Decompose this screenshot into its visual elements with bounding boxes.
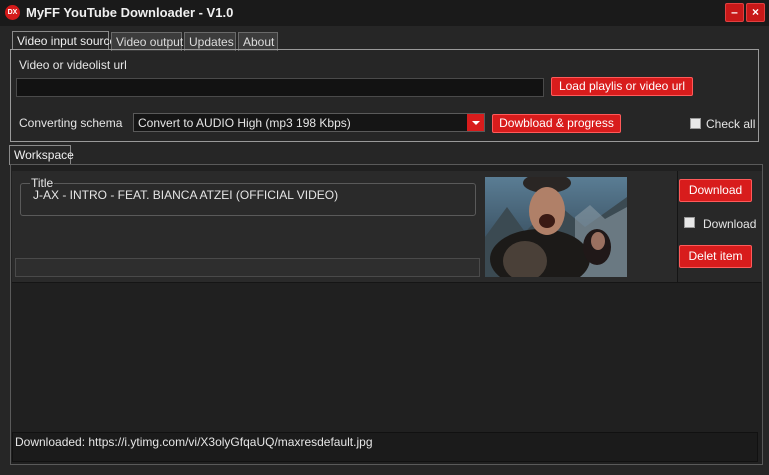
schema-select[interactable]: Convert to AUDIO High (mp3 198 Kbps) (133, 113, 485, 132)
download-checkbox[interactable] (684, 217, 695, 228)
video-title: J-AX - INTRO - FEAT. BIANCA ATZEI (OFFIC… (33, 188, 339, 202)
status-text: Downloaded: https://i.ytimg.com/vi/X3oly… (15, 435, 373, 449)
title-bar: DX MyFF YouTube Downloader - V1.0 – × (0, 0, 769, 26)
check-all-checkbox[interactable] (690, 118, 701, 129)
schema-label: Converting schema (19, 116, 123, 130)
download-progress-bar (15, 258, 480, 277)
delete-item-button[interactable]: Delet item (679, 245, 752, 268)
check-all-label: Check all (706, 117, 756, 131)
url-label: Video or videolist url (19, 58, 127, 72)
load-url-button[interactable]: Load playlis or video url (551, 77, 693, 96)
url-input[interactable] (16, 78, 544, 97)
video-thumbnail (485, 177, 627, 277)
download-button[interactable]: Download (679, 179, 752, 202)
download-checkbox-label: Download (703, 217, 757, 231)
app-logo-icon: DX (5, 5, 20, 20)
close-button[interactable]: × (746, 3, 765, 22)
tab-workspace[interactable]: Workspace (9, 145, 74, 165)
chevron-down-icon[interactable] (467, 114, 484, 131)
tab-video-input-source[interactable]: Video input source (12, 31, 116, 50)
schema-select-value: Convert to AUDIO High (mp3 198 Kbps) (138, 116, 351, 130)
download-progress-button[interactable]: Dowbload & progress (492, 114, 621, 133)
window-title: MyFF YouTube Downloader - V1.0 (26, 5, 234, 20)
minimize-button[interactable]: – (725, 3, 744, 22)
